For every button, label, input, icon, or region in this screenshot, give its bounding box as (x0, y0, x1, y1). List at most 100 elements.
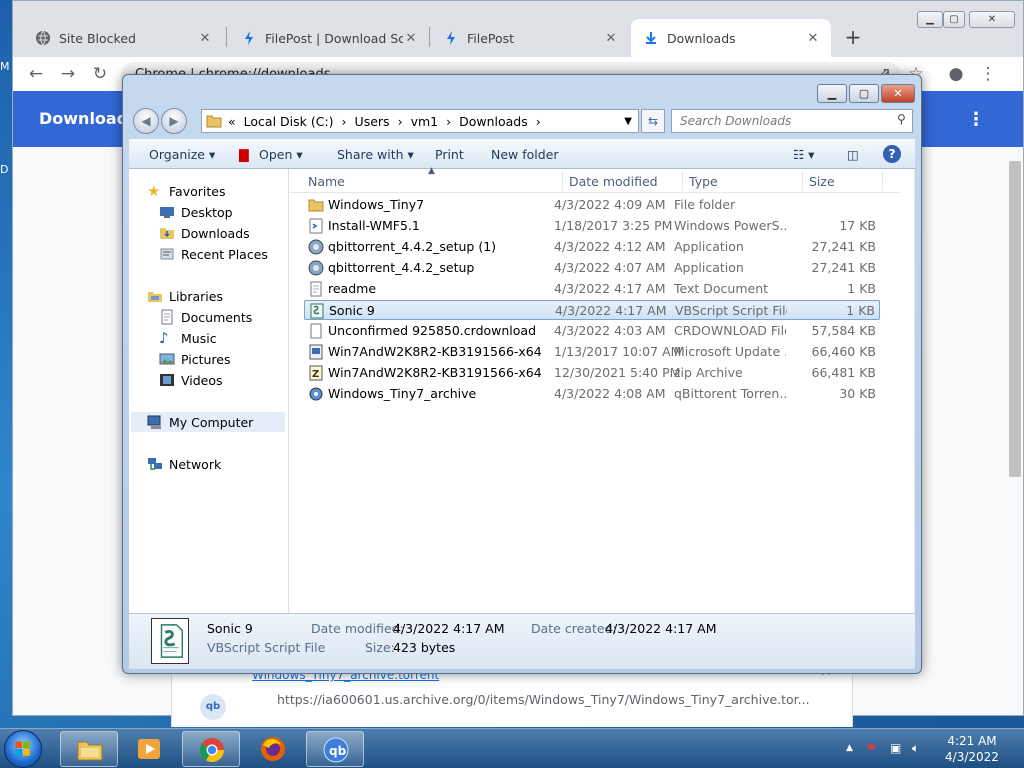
explorer-close-button[interactable]: ✕ (881, 84, 915, 103)
help-icon[interactable]: ? (883, 145, 901, 163)
column-divider[interactable] (802, 171, 803, 191)
column-name[interactable]: Name (308, 174, 345, 189)
back-button[interactable]: ◀ (133, 108, 159, 134)
search-icon[interactable]: ⚲ (897, 112, 906, 126)
tab-separator (429, 27, 430, 47)
nav-my-computer[interactable]: My Computer (131, 412, 285, 432)
file-row[interactable]: Install-WMF5.1 1/18/2017 3:25 PM Windows P… (304, 216, 880, 236)
view-options-icon[interactable]: ☷ ▾ (793, 147, 814, 162)
breadcrumb-separator[interactable]: › (536, 114, 541, 129)
tab-close-icon[interactable]: ✕ (403, 31, 419, 46)
file-row[interactable]: Win7AndW2K8R2-KB3191566-x64 1/13/2017 10:… (304, 342, 880, 362)
chrome-scrollbar-thumb[interactable] (1009, 161, 1021, 477)
breadcrumb[interactable]: « Local Disk (C:) › Users › vm1 › Downlo… (201, 109, 639, 133)
nav-network[interactable]: Network (147, 454, 221, 474)
back-arrow-icon[interactable]: ← (25, 63, 47, 85)
breadcrumb-users[interactable]: Users (355, 114, 390, 129)
column-divider[interactable] (882, 171, 883, 191)
new-tab-button[interactable]: + (841, 25, 865, 49)
file-row[interactable]: Unconfirmed 925850.crdownload 4/3/2022 4:… (304, 321, 880, 341)
chrome-menu-icon[interactable]: ⋮ (977, 63, 999, 85)
detail-file-type: VBScript Script File (207, 640, 326, 655)
nav-downloads[interactable]: Downloads (159, 223, 250, 243)
explorer-minimize-button[interactable]: ▁ (817, 84, 847, 103)
system-clock[interactable]: 4:21 AM 4/3/2022 (930, 733, 1014, 765)
nav-recent-places[interactable]: Recent Places (159, 244, 268, 264)
volume-icon[interactable]: 🔈︎ (912, 741, 919, 756)
file-row[interactable]: qbittorrent_4.4.2_setup 4/3/2022 4:07 AM A… (304, 258, 880, 278)
file-date: 4/3/2022 4:09 AM (554, 197, 666, 212)
file-row[interactable]: qbittorrent_4.4.2_setup (1) 4/3/2022 4:12… (304, 237, 880, 257)
nav-favorites[interactable]: ★ Favorites (147, 181, 225, 201)
close-button[interactable]: ✕ (969, 11, 1015, 28)
nav-videos[interactable]: Videos (159, 370, 223, 390)
profile-avatar-icon[interactable]: ● (945, 63, 967, 85)
file-row[interactable]: Windows_Tiny7 4/3/2022 4:09 AM File folder (304, 195, 880, 215)
explorer-maximize-button[interactable]: ▢ (849, 84, 879, 103)
tab-close-icon[interactable]: ✕ (805, 31, 821, 46)
download-url[interactable]: https://ia600601.us.archive.org/0/items/… (277, 692, 810, 707)
forward-button[interactable]: ▶ (161, 108, 187, 134)
file-row[interactable]: Sonic 9 4/3/2022 4:17 AM VBScript Script F… (304, 300, 880, 320)
new-folder-button[interactable]: New folder (491, 147, 559, 162)
taskbar-qbittorrent-button[interactable]: qb (306, 731, 364, 767)
tab-close-icon[interactable]: ✕ (603, 31, 619, 46)
download-item: Windows_Tiny7_archive.torrent ✕ qb https… (171, 664, 853, 727)
breadcrumb-separator[interactable]: › (446, 114, 451, 129)
nav-libraries[interactable]: Libraries (147, 286, 223, 306)
chevron-down-icon[interactable]: ▼ (624, 116, 632, 127)
breadcrumb-downloads[interactable]: Downloads (459, 114, 528, 129)
nav-documents[interactable]: Documents (159, 307, 252, 327)
column-type[interactable]: Type (689, 174, 718, 189)
preview-pane-icon[interactable]: ◫ (847, 147, 859, 162)
nav-pictures[interactable]: Pictures (159, 349, 231, 369)
installer-icon (308, 260, 324, 276)
nav-desktop[interactable]: Desktop (159, 202, 233, 222)
tab-filepost-download[interactable]: FilePost | Download Sonic ✕ (229, 19, 429, 57)
refresh-icon[interactable]: ⇆ (641, 109, 665, 133)
forward-arrow-icon[interactable]: → (57, 63, 79, 85)
share-with-button[interactable]: Share with ▾ (337, 147, 414, 162)
action-center-flag-icon[interactable]: ⚑ (866, 741, 877, 755)
taskbar-media-player-button[interactable] (120, 731, 178, 767)
reload-icon[interactable]: ↻ (89, 63, 111, 85)
open-button[interactable]: Open ▾ (259, 147, 303, 162)
taskbar-firefox-button[interactable] (244, 731, 302, 767)
breadcrumb-local-disk[interactable]: Local Disk (C:) (244, 114, 334, 129)
maximize-button[interactable]: ▢ (943, 11, 965, 28)
chrome-tabstrip: Site Blocked ✕ FilePost | Download Sonic… (13, 1, 1023, 57)
tray-expand-icon[interactable]: ▲ (846, 743, 853, 753)
breadcrumb-separator[interactable]: › (342, 114, 347, 129)
file-size: 1 KB (846, 303, 875, 318)
search-input[interactable]: Search Downloads (671, 109, 913, 133)
network-tray-icon[interactable]: ▣ (890, 741, 901, 755)
print-button[interactable]: Print (435, 147, 464, 162)
minimize-button[interactable]: ▁ (917, 11, 943, 28)
folder-icon (308, 199, 324, 212)
column-divider[interactable] (562, 171, 563, 191)
organize-button[interactable]: Organize ▾ (149, 147, 215, 162)
taskbar: qb ▲ ⚑ ▣ 🔈︎ 4:21 AM 4/3/2022 (0, 728, 1024, 768)
file-row[interactable]: Z Win7AndW2K8R2-KB3191566-x64 12/30/2021 5… (304, 363, 880, 383)
breadcrumb-vm1[interactable]: vm1 (411, 114, 439, 129)
taskbar-chrome-button[interactable] (182, 731, 240, 767)
start-button[interactable] (4, 730, 42, 768)
file-row[interactable]: Windows_Tiny7_archive 4/3/2022 4:08 AM qBi… (304, 384, 880, 404)
tab-close-icon[interactable]: ✕ (197, 31, 213, 46)
tab-site-blocked[interactable]: Site Blocked ✕ (23, 19, 223, 57)
column-size[interactable]: Size (809, 174, 835, 189)
file-row[interactable]: readme 4/3/2022 4:17 AM Text Document 1 KB (304, 279, 880, 299)
more-options-icon[interactable]: ⋮ (967, 109, 985, 130)
breadcrumb-overflow[interactable]: « (228, 114, 236, 129)
breadcrumb-separator[interactable]: › (398, 114, 403, 129)
text-file-icon (310, 281, 322, 297)
explorer-content: ★ Favorites Desktop Downloads Recent Pla… (129, 166, 915, 613)
qbittorrent-file-icon: qb (200, 694, 226, 720)
nav-music[interactable]: ♪ Music (159, 328, 217, 348)
tab-downloads[interactable]: Downloads ✕ (631, 19, 831, 57)
column-date-modified[interactable]: Date modified (569, 174, 658, 189)
tab-filepost[interactable]: FilePost ✕ (431, 19, 629, 57)
taskbar-explorer-button[interactable] (60, 731, 118, 767)
clock-time: 4:21 AM (947, 734, 997, 748)
column-divider[interactable] (682, 171, 683, 191)
